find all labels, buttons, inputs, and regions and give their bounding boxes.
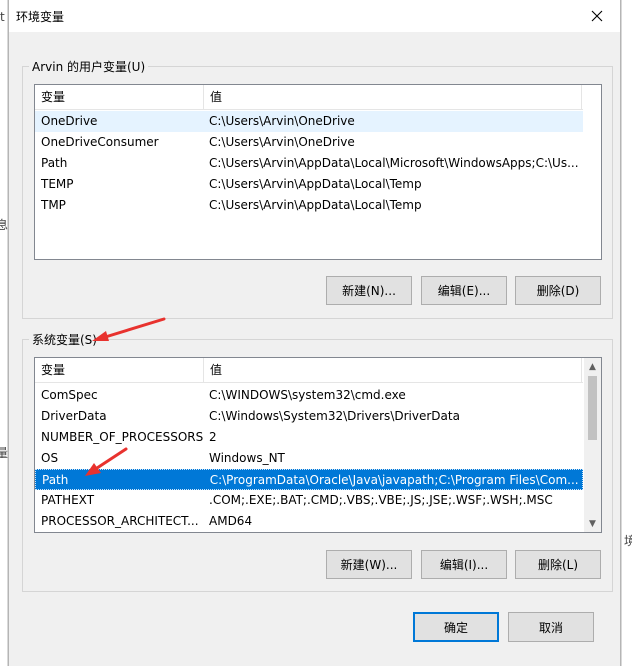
system-variables-group: 系统变量(S) 变量 值 ComSpec C:\WINDOWS\system32… (22, 331, 613, 592)
close-button[interactable] (574, 0, 620, 32)
user-new-button[interactable]: 新建(N)... (326, 276, 412, 305)
variable-name: TMP (41, 198, 66, 212)
column-header-variable[interactable]: 变量 (35, 85, 204, 110)
list-header: 变量 值 (35, 358, 583, 383)
system-variables-list[interactable]: 变量 值 ComSpec C:\WINDOWS\system32\cmd.exe… (34, 357, 602, 533)
column-header-value[interactable]: 值 (204, 85, 582, 110)
column-header-value[interactable]: 值 (204, 358, 582, 383)
table-row[interactable]: DriverData C:\Windows\System32\Drivers\D… (35, 406, 583, 427)
table-row[interactable]: OneDriveConsumer C:\Users\Arvin\OneDrive (35, 132, 583, 153)
variable-value: C:\WINDOWS\system32\cmd.exe (209, 388, 406, 402)
close-icon (591, 10, 603, 22)
variable-name: Path (41, 156, 68, 170)
background-text: 境 (624, 534, 632, 548)
table-row[interactable]: NUMBER_OF_PROCESSORS 2 (35, 427, 583, 448)
system-variables-label: 系统变量(S) (29, 331, 100, 348)
title-bar: 环境变量 (9, 0, 620, 32)
background-window-right: 境 (621, 0, 632, 666)
variable-value: C:\Users\Arvin\AppData\Local\Temp (209, 177, 422, 191)
variable-name: PATHEXT (41, 493, 95, 507)
environment-variables-dialog: 环境变量 Arvin 的用户变量(U) 变量 值 OneDrive C:\Use… (8, 0, 621, 666)
background-text: 息 (0, 218, 9, 232)
variable-name: OneDriveConsumer (41, 135, 159, 149)
user-edit-button[interactable]: 编辑(E)... (421, 276, 507, 305)
background-text: 量 (0, 446, 9, 460)
variable-name: OneDrive (41, 114, 98, 128)
system-delete-button[interactable]: 删除(L) (515, 550, 601, 579)
user-variables-group: Arvin 的用户变量(U) 变量 值 OneDrive C:\Users\Ar… (22, 58, 613, 319)
system-edit-button[interactable]: 编辑(I)... (421, 550, 507, 579)
dialog-title: 环境变量 (16, 10, 65, 24)
variable-value: C:\Users\Arvin\AppData\Local\Microsoft\W… (209, 156, 579, 170)
scroll-up-icon[interactable]: ▲ (584, 358, 601, 375)
table-row[interactable]: ComSpec C:\WINDOWS\system32\cmd.exe (35, 385, 583, 406)
table-row[interactable]: PATHEXT .COM;.EXE;.BAT;.CMD;.VBS;.VBE;.J… (35, 490, 583, 511)
column-header-variable[interactable]: 变量 (35, 358, 204, 383)
vertical-scrollbar[interactable]: ▲ ▼ (584, 358, 601, 532)
variable-name: DriverData (41, 409, 107, 423)
table-row[interactable]: TMP C:\Users\Arvin\AppData\Local\Temp (35, 195, 583, 216)
table-row[interactable]: OS Windows_NT (35, 448, 583, 469)
variable-value: C:\Users\Arvin\AppData\Local\Temp (209, 198, 422, 212)
table-row[interactable]: OneDrive C:\Users\Arvin\OneDrive (35, 111, 583, 132)
table-row-selected[interactable]: Path C:\ProgramData\Oracle\Java\javapath… (35, 469, 583, 490)
user-delete-button[interactable]: 删除(D) (515, 276, 601, 305)
scroll-down-icon[interactable]: ▼ (584, 515, 601, 532)
table-row[interactable]: TEMP C:\Users\Arvin\AppData\Local\Temp (35, 174, 583, 195)
variable-name: TEMP (41, 177, 74, 191)
variable-name: ComSpec (41, 388, 98, 402)
background-text: t (0, 10, 5, 24)
user-variables-list[interactable]: 变量 值 OneDrive C:\Users\Arvin\OneDrive On… (34, 84, 602, 260)
list-header: 变量 值 (35, 85, 583, 110)
variable-value: C:\ProgramData\Oracle\Java\javapath;C:\P… (209, 473, 579, 487)
scrollbar-thumb[interactable] (588, 376, 597, 440)
background-window-left: t 息 量 (0, 0, 8, 666)
ok-button[interactable]: 确定 (413, 612, 499, 642)
table-row[interactable]: Path C:\Users\Arvin\AppData\Local\Micros… (35, 153, 583, 174)
variable-value: .COM;.EXE;.BAT;.CMD;.VBS;.VBE;.JS;.JSE;.… (209, 493, 553, 507)
variable-value: C:\Users\Arvin\OneDrive (209, 114, 355, 128)
variable-value: Windows_NT (209, 451, 285, 465)
variable-value: AMD64 (209, 514, 253, 528)
system-new-button[interactable]: 新建(W)... (326, 550, 412, 579)
user-variables-label: Arvin 的用户变量(U) (29, 58, 149, 75)
variable-value: C:\Windows\System32\Drivers\DriverData (209, 409, 460, 423)
table-row[interactable]: PROCESSOR_ARCHITECT... AMD64 (35, 511, 583, 532)
variable-value: 2 (209, 430, 217, 444)
variable-value: C:\Users\Arvin\OneDrive (209, 135, 355, 149)
variable-name: NUMBER_OF_PROCESSORS (41, 430, 204, 444)
cancel-button[interactable]: 取消 (508, 612, 594, 642)
variable-name: OS (41, 451, 59, 465)
variable-name: Path (42, 473, 69, 487)
variable-name: PROCESSOR_ARCHITECT... (41, 514, 199, 528)
